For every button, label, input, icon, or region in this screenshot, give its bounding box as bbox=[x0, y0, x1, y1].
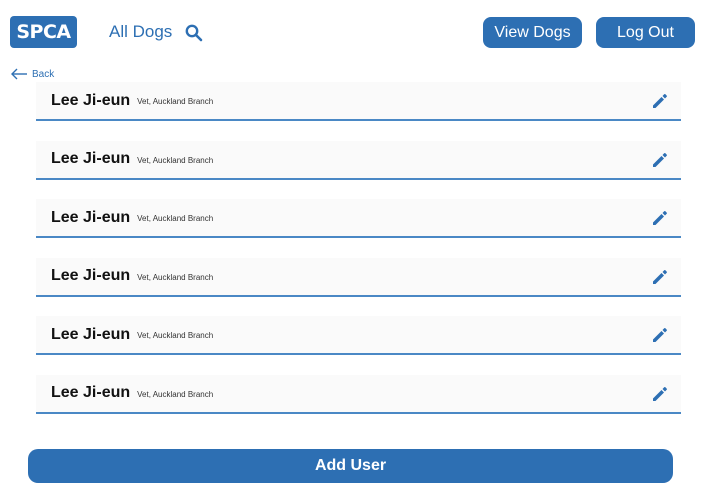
user-row: Lee Ji-eun Vet, Auckland Branch bbox=[36, 199, 681, 238]
edit-pencil-icon[interactable] bbox=[651, 209, 669, 227]
edit-pencil-icon[interactable] bbox=[651, 326, 669, 344]
edit-pencil-icon[interactable] bbox=[651, 268, 669, 286]
user-name: Lee Ji-eun bbox=[51, 267, 131, 284]
spca-logo[interactable]: SPCA bbox=[10, 16, 77, 48]
edit-pencil-icon[interactable] bbox=[651, 385, 669, 403]
log-out-button[interactable]: Log Out bbox=[596, 17, 695, 48]
back-link[interactable]: Back bbox=[10, 67, 54, 81]
edit-pencil-icon[interactable] bbox=[651, 151, 669, 169]
user-role: Vet, Auckland Branch bbox=[137, 331, 214, 340]
user-name: Lee Ji-eun bbox=[51, 325, 131, 343]
edit-pencil-icon[interactable] bbox=[651, 92, 669, 110]
user-role: Vet, Auckland Branch bbox=[137, 389, 214, 399]
nav-all-dogs[interactable]: All Dogs bbox=[109, 22, 172, 42]
user-row: Lee Ji-eun Vet, Auckland Branch bbox=[36, 140, 681, 180]
user-role: Vet, Auckland Branch bbox=[137, 155, 214, 165]
user-list: Lee Ji-eun Vet, Auckland Branch Lee Ji-e… bbox=[36, 82, 681, 433]
user-role: Vet, Auckland Branch bbox=[137, 272, 214, 282]
search-icon[interactable] bbox=[184, 23, 204, 43]
user-row: Lee Ji-eun Vet, Auckland Branch bbox=[36, 374, 681, 414]
add-user-button[interactable]: Add User bbox=[28, 449, 673, 483]
user-row: Lee Ji-eun Vet, Auckland Branch bbox=[36, 316, 681, 355]
user-name: Lee Ji-eun bbox=[51, 384, 131, 401]
user-role: Vet, Auckland Branch bbox=[137, 97, 214, 106]
back-label: Back bbox=[32, 68, 55, 80]
arrow-left-icon bbox=[11, 68, 27, 80]
user-row: Lee Ji-eun Vet, Auckland Branch bbox=[36, 82, 681, 121]
user-name: Lee Ji-eun bbox=[51, 208, 131, 226]
user-row: Lee Ji-eun Vet, Auckland Branch bbox=[36, 257, 681, 297]
user-role: Vet, Auckland Branch bbox=[137, 214, 214, 223]
user-name: Lee Ji-eun bbox=[51, 150, 131, 167]
view-dogs-button[interactable]: View Dogs bbox=[483, 17, 582, 48]
user-name: Lee Ji-eun bbox=[51, 91, 131, 109]
